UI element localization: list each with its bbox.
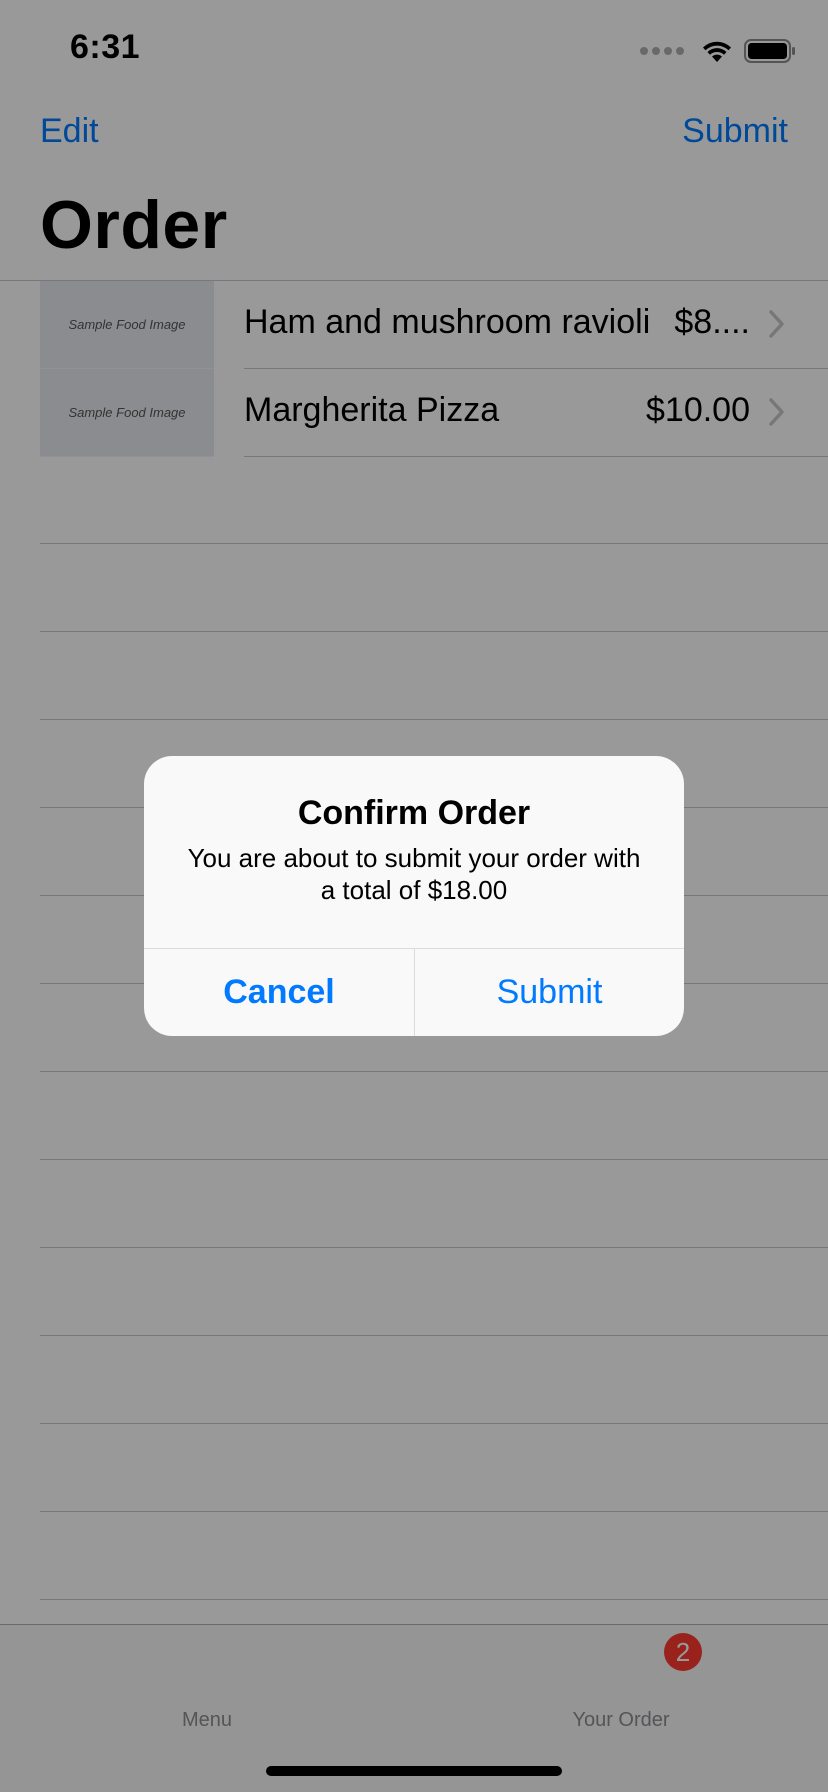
cancel-button[interactable]: Cancel xyxy=(144,949,414,1036)
confirm-order-alert: Confirm Order You are about to submit yo… xyxy=(144,756,684,1036)
alert-message: You are about to submit your order with … xyxy=(187,843,641,905)
alert-title: Confirm Order xyxy=(297,794,531,832)
confirm-submit-button[interactable]: Submit xyxy=(415,949,684,1036)
order-screen: 6:31 Edit Submit Order Sample Food Image xyxy=(0,0,828,1792)
home-indicator[interactable] xyxy=(266,1766,562,1776)
